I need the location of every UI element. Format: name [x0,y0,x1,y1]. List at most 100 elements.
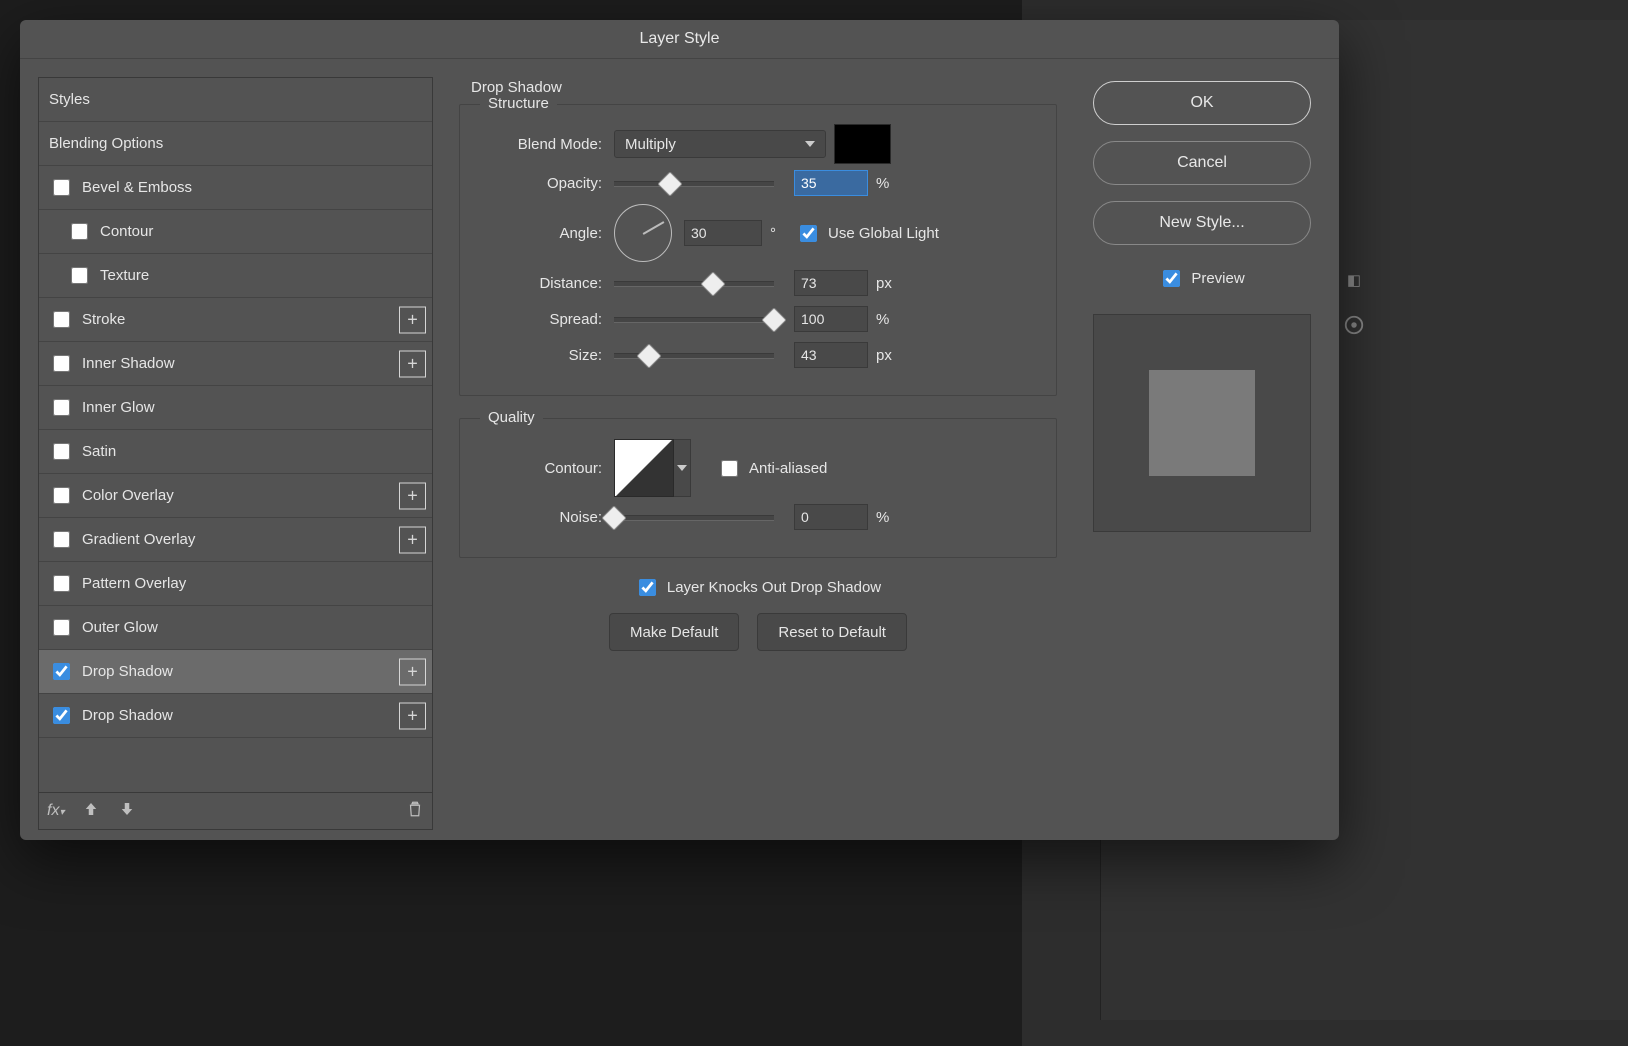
add-drop-shadow-2-button[interactable]: + [399,702,426,729]
opacity-input[interactable] [794,170,868,196]
fx-menu-icon[interactable]: fx▾ [47,802,64,820]
opacity-unit: % [876,175,889,192]
distance-slider[interactable] [614,276,774,290]
global-light-wrapper: Use Global Light [796,222,939,245]
texture-row[interactable]: Texture [39,254,432,298]
noise-label: Noise: [482,509,614,526]
styles-column: Styles Blending Options Bevel & Emboss C… [38,77,433,830]
panel-title: Drop Shadow [471,79,1057,96]
chevron-down-icon [805,141,815,147]
gradient-overlay-row[interactable]: Gradient Overlay + [39,518,432,562]
blending-options-row[interactable]: Blending Options [39,122,432,166]
preview-checkbox[interactable] [1163,270,1180,287]
size-label: Size: [482,347,614,364]
add-gradient-overlay-button[interactable]: + [399,526,426,553]
quality-fieldset: Quality Contour: Anti-aliased Noise: [459,418,1057,558]
swatches-icon[interactable]: ◧ [1339,265,1369,295]
anti-aliased-wrapper: Anti-aliased [717,457,827,480]
angle-dial[interactable] [614,204,672,262]
trash-icon[interactable] [406,800,424,822]
contour-dropdown[interactable] [674,439,691,497]
structure-legend: Structure [480,95,557,112]
drop-shadow-row-1[interactable]: Drop Shadow + [39,650,432,694]
styles-list: Styles Blending Options Bevel & Emboss C… [38,77,433,793]
color-wheel-icon[interactable] [1339,310,1369,340]
drop-shadow-1-checkbox[interactable] [53,663,70,680]
opacity-label: Opacity: [482,175,614,192]
layer-style-dialog: Layer Style Styles Blending Options Beve… [20,20,1339,840]
structure-fieldset: Structure Blend Mode: Multiply Opacity: … [459,104,1057,396]
styles-footer: fx▾ [38,793,433,830]
styles-header[interactable]: Styles [39,78,432,122]
knockout-checkbox[interactable] [639,579,656,596]
contour-label: Contour: [482,460,614,477]
noise-input[interactable] [794,504,868,530]
blend-mode-select[interactable]: Multiply [614,130,826,158]
color-overlay-row[interactable]: Color Overlay + [39,474,432,518]
add-color-overlay-button[interactable]: + [399,482,426,509]
drop-shadow-row-2[interactable]: Drop Shadow + [39,694,432,738]
opacity-slider[interactable] [614,176,774,190]
preview-wrapper: Preview [1159,267,1244,290]
cancel-button[interactable]: Cancel [1093,141,1311,185]
angle-unit: ° [770,225,776,242]
add-stroke-button[interactable]: + [399,306,426,333]
bevel-emboss-checkbox[interactable] [53,179,70,196]
stroke-checkbox[interactable] [53,311,70,328]
contour-picker[interactable] [614,439,674,497]
action-column: OK Cancel New Style... Preview [1083,77,1321,830]
distance-label: Distance: [482,275,614,292]
reset-default-button[interactable]: Reset to Default [757,613,907,651]
color-overlay-checkbox[interactable] [53,487,70,504]
blend-mode-label: Blend Mode: [482,136,614,153]
size-unit: px [876,347,892,364]
inner-shadow-row[interactable]: Inner Shadow + [39,342,432,386]
texture-checkbox[interactable] [71,267,88,284]
add-inner-shadow-button[interactable]: + [399,350,426,377]
make-default-button[interactable]: Make Default [609,613,739,651]
contour-checkbox[interactable] [71,223,88,240]
pattern-overlay-row[interactable]: Pattern Overlay [39,562,432,606]
new-style-button[interactable]: New Style... [1093,201,1311,245]
size-input[interactable] [794,342,868,368]
shadow-color-swatch[interactable] [834,124,891,164]
preview-object [1149,370,1255,476]
outer-glow-row[interactable]: Outer Glow [39,606,432,650]
size-slider[interactable] [614,348,774,362]
knockout-wrapper: Layer Knocks Out Drop Shadow [635,576,881,599]
pattern-overlay-checkbox[interactable] [53,575,70,592]
ok-button[interactable]: OK [1093,81,1311,125]
preview-box [1093,314,1311,532]
noise-unit: % [876,509,889,526]
outer-glow-checkbox[interactable] [53,619,70,636]
contour-row[interactable]: Contour [39,210,432,254]
spread-unit: % [876,311,889,328]
settings-column: Drop Shadow Structure Blend Mode: Multip… [433,77,1083,830]
chevron-down-icon [677,465,687,471]
move-up-icon[interactable] [82,800,100,822]
styles-list-spacer [39,738,432,792]
global-light-checkbox[interactable] [800,225,817,242]
gradient-overlay-checkbox[interactable] [53,531,70,548]
stroke-row[interactable]: Stroke + [39,298,432,342]
inner-shadow-checkbox[interactable] [53,355,70,372]
spread-input[interactable] [794,306,868,332]
inner-glow-checkbox[interactable] [53,399,70,416]
inner-glow-row[interactable]: Inner Glow [39,386,432,430]
satin-row[interactable]: Satin [39,430,432,474]
noise-slider[interactable] [614,510,774,524]
satin-checkbox[interactable] [53,443,70,460]
add-drop-shadow-1-button[interactable]: + [399,658,426,685]
quality-legend: Quality [480,409,543,426]
drop-shadow-2-checkbox[interactable] [53,707,70,724]
distance-unit: px [876,275,892,292]
move-down-icon[interactable] [118,800,136,822]
bevel-emboss-row[interactable]: Bevel & Emboss [39,166,432,210]
spread-slider[interactable] [614,312,774,326]
spread-label: Spread: [482,311,614,328]
dialog-title: Layer Style [20,20,1339,59]
anti-aliased-checkbox[interactable] [721,460,738,477]
angle-input[interactable] [684,220,762,246]
distance-input[interactable] [794,270,868,296]
angle-label: Angle: [482,225,614,242]
